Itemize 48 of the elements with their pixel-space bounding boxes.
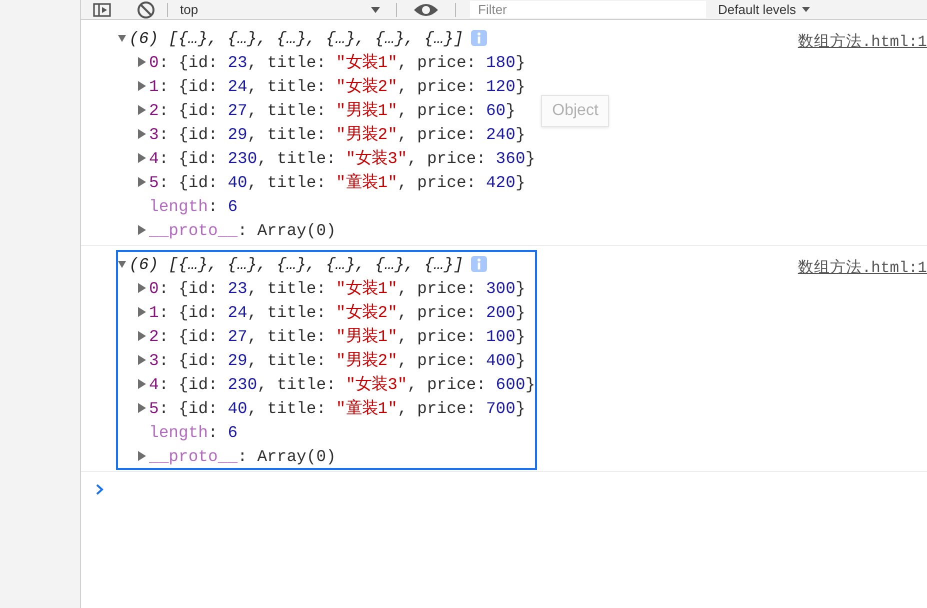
array-preview[interactable]: (6) [{…}, {…}, {…}, {…}, {…}, {…}] bbox=[129, 28, 464, 48]
prompt-chevron-icon bbox=[96, 484, 104, 495]
prototype-entry[interactable]: __proto__: Array(0) bbox=[149, 446, 336, 466]
expanded-triangle-icon[interactable] bbox=[118, 259, 126, 269]
tooltip: Object bbox=[541, 95, 610, 127]
filter-field[interactable]: Filter bbox=[470, 1, 706, 18]
array-entry[interactable]: 2: {id: 27, title: "男装1", price: 100} bbox=[149, 325, 526, 347]
length-property: length: 6 bbox=[149, 196, 238, 216]
collapsed-triangle-icon[interactable] bbox=[138, 177, 146, 187]
collapsed-triangle-icon[interactable] bbox=[138, 451, 146, 461]
array-entry[interactable]: 2: {id: 27, title: "男装1", price: 60} bbox=[149, 99, 516, 121]
prototype-entry[interactable]: __proto__: Array(0) bbox=[149, 220, 336, 240]
collapsed-triangle-icon[interactable] bbox=[138, 57, 146, 67]
collapsed-triangle-icon[interactable] bbox=[138, 403, 146, 413]
array-entry[interactable]: 1: {id: 24, title: "女装2", price: 120} bbox=[149, 75, 526, 97]
levels-dropdown[interactable]: Default levels bbox=[718, 2, 810, 17]
collapsed-triangle-icon[interactable] bbox=[138, 129, 146, 139]
collapsed-triangle-icon[interactable] bbox=[138, 355, 146, 365]
collapsed-triangle-icon[interactable] bbox=[138, 81, 146, 91]
length-property: length: 6 bbox=[149, 422, 238, 442]
array-entry[interactable]: 5: {id: 40, title: "童装1", price: 700} bbox=[149, 397, 526, 419]
collapsed-triangle-icon[interactable] bbox=[138, 307, 146, 317]
array-entry[interactable]: 3: {id: 29, title: "男装2", price: 240} bbox=[149, 123, 526, 145]
array-preview[interactable]: (6) [{…}, {…}, {…}, {…}, {…}, {…}] bbox=[129, 254, 464, 274]
array-entry[interactable]: 0: {id: 23, title: "女装1", price: 300} bbox=[149, 277, 526, 299]
clear-icon[interactable] bbox=[137, 0, 155, 18]
info-icon bbox=[471, 30, 488, 46]
array-entry[interactable]: 1: {id: 24, title: "女装2", price: 200} bbox=[149, 301, 526, 323]
source-link[interactable]: 数组方法.html:1 bbox=[798, 250, 927, 470]
info-icon bbox=[471, 256, 488, 272]
source-link[interactable]: 数组方法.html:1 bbox=[798, 24, 927, 244]
collapsed-triangle-icon[interactable] bbox=[138, 331, 146, 341]
array-entry[interactable]: 3: {id: 29, title: "男装2", price: 400} bbox=[149, 349, 526, 371]
eye-icon[interactable] bbox=[413, 2, 439, 18]
sidebar-toggle-icon[interactable] bbox=[93, 2, 111, 16]
collapsed-triangle-icon[interactable] bbox=[138, 153, 146, 163]
array-entry[interactable]: 0: {id: 23, title: "女装1", price: 180} bbox=[149, 51, 526, 73]
collapsed-triangle-icon[interactable] bbox=[138, 379, 146, 389]
caret-icon bbox=[371, 6, 380, 12]
collapsed-triangle-icon[interactable] bbox=[138, 105, 146, 115]
collapsed-triangle-icon[interactable] bbox=[138, 225, 146, 235]
collapsed-triangle-icon[interactable] bbox=[138, 283, 146, 293]
array-entry[interactable]: 4: {id: 230, title: "女装3", price: 600} bbox=[149, 373, 536, 395]
context-select[interactable]: top bbox=[176, 2, 384, 17]
caret-icon bbox=[802, 7, 810, 12]
array-entry[interactable]: 4: {id: 230, title: "女装3", price: 360} bbox=[149, 147, 536, 169]
expanded-triangle-icon[interactable] bbox=[118, 33, 126, 43]
array-entry[interactable]: 5: {id: 40, title: "童装1", price: 420} bbox=[149, 171, 526, 193]
